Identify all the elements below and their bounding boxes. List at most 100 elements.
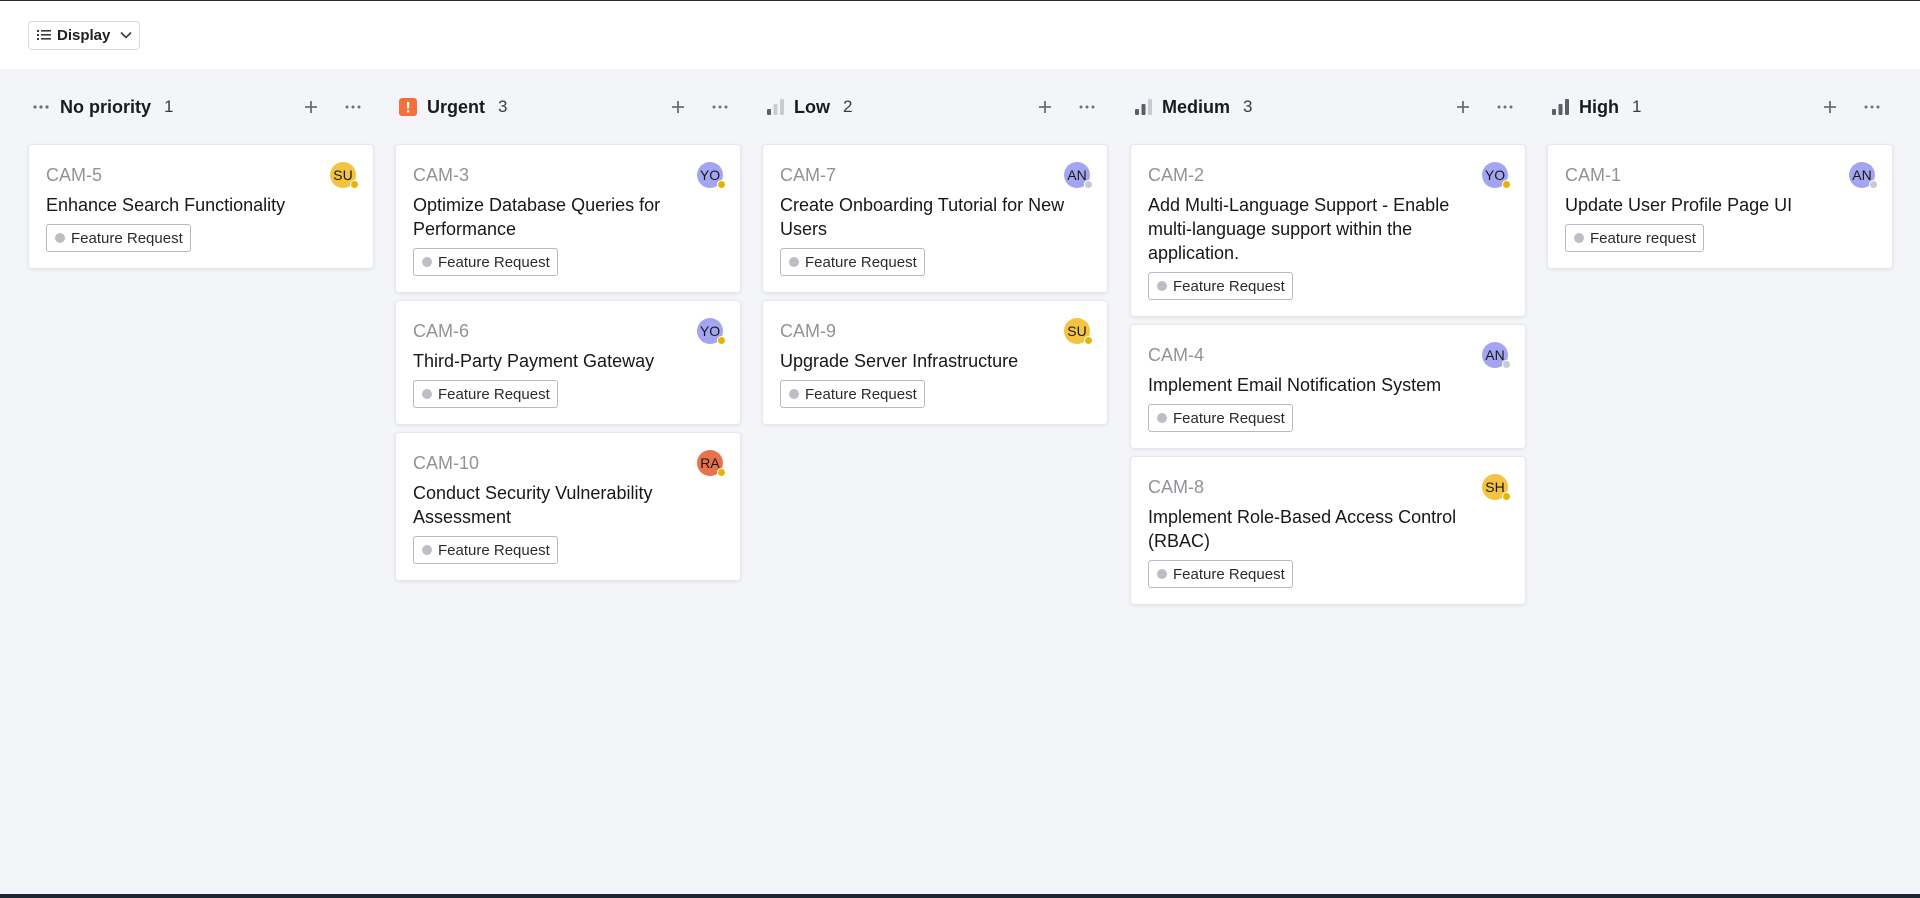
label-chip[interactable]: Feature Request	[1148, 560, 1293, 588]
top-toolbar: Display	[0, 1, 1920, 69]
issue-card[interactable]: CAM-6 YO Third-Party Payment Gateway Featur…	[395, 300, 741, 425]
card-list: CAM-2 YO Add Multi-Language Support - Enab…	[1130, 144, 1526, 605]
issue-title: Add Multi-Language Support - Enable mult…	[1148, 195, 1450, 263]
column-title: Medium	[1162, 96, 1231, 117]
issue-card[interactable]: CAM-10 RA Conduct Security Vulnerability A…	[395, 432, 741, 581]
issue-card[interactable]: CAM-4 AN Implement Email Notification Syst…	[1130, 324, 1526, 449]
column-more-button[interactable]	[1484, 92, 1526, 122]
plus-icon	[1039, 101, 1051, 113]
label-row: Feature Request	[413, 373, 724, 408]
column-count: 1	[1632, 97, 1642, 116]
issue-card[interactable]: CAM-8 SH Implement Role-Based Access Contr…	[1130, 456, 1526, 605]
avatar-initials: YO	[699, 167, 721, 183]
avatar[interactable]: SH	[1482, 474, 1511, 501]
label-text: Feature Request	[1173, 409, 1285, 427]
urgent-icon	[399, 98, 417, 116]
avatar-initials: YO	[699, 323, 721, 339]
board-column: Medium 3 CAM-2 YO Add Multi-Language Support…	[1130, 70, 1526, 605]
card-list: CAM-5 SU Enhance Search Functionality Featu…	[28, 144, 374, 269]
label-chip[interactable]: Feature request	[1565, 224, 1704, 252]
label-row: Feature request	[1565, 217, 1876, 252]
avatar[interactable]: YO	[697, 162, 726, 189]
avatar[interactable]: AN	[1849, 162, 1878, 189]
issue-id: CAM-4	[1148, 345, 1205, 365]
add-issue-button[interactable]	[290, 92, 332, 122]
column-count: 3	[498, 97, 508, 116]
issue-title: Enhance Search Functionality	[46, 195, 286, 215]
add-issue-button[interactable]	[657, 92, 699, 122]
issue-title: Update User Profile Page UI	[1565, 195, 1793, 215]
list-settings-icon	[37, 29, 51, 41]
bars-low-icon	[766, 98, 784, 116]
column-title: No priority	[60, 96, 152, 117]
issue-card[interactable]: CAM-9 SU Upgrade Server Infrastructure Feat…	[762, 300, 1108, 425]
avatar-initials: AN	[1485, 347, 1505, 363]
status-dot	[1502, 180, 1511, 189]
add-issue-button[interactable]	[1442, 92, 1484, 122]
plus-icon	[305, 101, 317, 113]
column-more-button[interactable]	[332, 92, 374, 122]
column-title: Urgent	[427, 96, 485, 117]
issue-card[interactable]: CAM-7 AN Create Onboarding Tutorial for Ne…	[762, 144, 1108, 293]
more-icon	[1079, 105, 1095, 109]
label-text: Feature Request	[438, 253, 550, 271]
column-title: High	[1579, 96, 1619, 117]
label-chip[interactable]: Feature Request	[780, 248, 925, 276]
issue-title: Implement Email Notification System	[1148, 375, 1442, 395]
status-dot	[717, 180, 726, 189]
more-icon	[345, 105, 361, 109]
label-row: Feature Request	[1148, 553, 1509, 588]
label-chip[interactable]: Feature Request	[413, 380, 558, 408]
issue-card[interactable]: CAM-3 YO Optimize Database Queries for Per…	[395, 144, 741, 293]
column-more-button[interactable]	[1066, 92, 1108, 122]
label-chip[interactable]: Feature Request	[1148, 272, 1293, 300]
column-actions	[290, 70, 374, 144]
avatar[interactable]: SU	[1064, 318, 1093, 345]
label-row: Feature Request	[1148, 265, 1509, 300]
status-dot	[717, 336, 726, 345]
issue-id: CAM-1	[1565, 165, 1622, 185]
issue-id: CAM-2	[1148, 165, 1205, 185]
label-chip[interactable]: Feature Request	[46, 224, 191, 252]
label-chip[interactable]: Feature Request	[1148, 404, 1293, 432]
card-list: CAM-1 AN Update User Profile Page UI Featur…	[1547, 144, 1893, 269]
label-row: Feature Request	[413, 529, 724, 564]
column-header: No priority 1	[28, 70, 374, 144]
column-actions	[1024, 70, 1108, 144]
label-text: Feature Request	[805, 253, 917, 271]
column-more-button[interactable]	[699, 92, 741, 122]
issue-card[interactable]: CAM-1 AN Update User Profile Page UI Featur…	[1547, 144, 1893, 269]
status-dot	[717, 468, 726, 477]
display-button-label: Display	[57, 26, 111, 44]
avatar-initials: AN	[1852, 167, 1872, 183]
avatar[interactable]: YO	[1482, 162, 1511, 189]
avatar[interactable]: AN	[1482, 342, 1511, 369]
status-dot	[1084, 336, 1093, 345]
issue-card[interactable]: CAM-2 YO Add Multi-Language Support - Enab…	[1130, 144, 1526, 317]
issue-card[interactable]: CAM-5 SU Enhance Search Functionality Featu…	[28, 144, 374, 269]
avatar[interactable]: AN	[1064, 162, 1093, 189]
avatar[interactable]: SU	[330, 162, 359, 189]
display-button[interactable]: Display	[28, 20, 141, 50]
label-chip[interactable]: Feature Request	[780, 380, 925, 408]
avatar[interactable]: YO	[697, 318, 726, 345]
issue-id: CAM-10	[413, 453, 480, 473]
os-taskbar	[0, 894, 1920, 898]
bars-medium-icon	[1134, 98, 1152, 116]
add-issue-button[interactable]	[1809, 92, 1851, 122]
column-more-button[interactable]	[1851, 92, 1893, 122]
label-text: Feature Request	[805, 385, 917, 403]
issue-title: Conduct Security Vulnerability Assessmen…	[413, 483, 653, 527]
label-dot-icon	[789, 257, 799, 267]
label-chip[interactable]: Feature Request	[413, 536, 558, 564]
label-chip[interactable]: Feature Request	[413, 248, 558, 276]
add-issue-button[interactable]	[1024, 92, 1066, 122]
issue-id: CAM-8	[1148, 477, 1205, 497]
label-row: Feature Request	[780, 241, 1091, 276]
column-count: 3	[1243, 97, 1253, 116]
status-dot	[1084, 180, 1093, 189]
label-text: Feature Request	[438, 541, 550, 559]
avatar[interactable]: RA	[697, 450, 726, 477]
column-actions	[657, 70, 741, 144]
issue-id: CAM-9	[780, 321, 837, 341]
